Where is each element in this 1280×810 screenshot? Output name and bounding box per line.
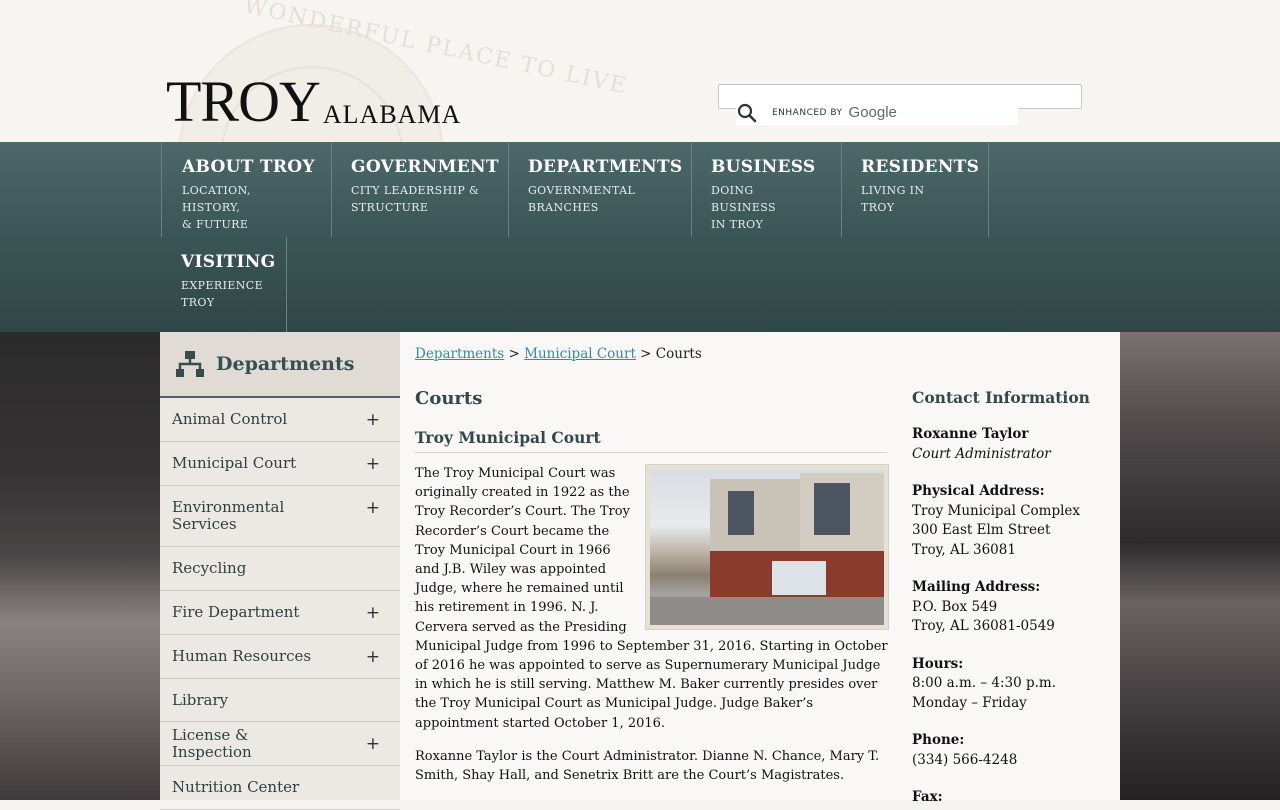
expand-plus-icon[interactable]: + (366, 410, 380, 430)
sidebar-header: Departments (160, 332, 400, 398)
breadcrumb-link-municipal-court[interactable]: Municipal Court (524, 346, 636, 362)
nav-title: DEPARTMENTS (528, 157, 683, 177)
contact-role: Court Administrator (912, 445, 1051, 462)
nav-subtitle: CITY LEADERSHIP & STRUCTURE (351, 184, 480, 214)
sidebar-item-label: Recycling (172, 559, 247, 577)
paragraph: Roxanne Taylor is the Court Administrato… (415, 748, 880, 784)
sidebar-item-nutrition-center[interactable]: Nutrition Center (160, 766, 400, 810)
court-building-photo (645, 464, 889, 630)
photo-parking-lot (650, 597, 884, 625)
contact-title: Contact Information (912, 388, 1090, 407)
nav-title: BUSINESS (711, 157, 816, 177)
hours-line: Monday – Friday (912, 694, 1027, 711)
sidebar-item-label: Animal Control (172, 410, 288, 428)
sidebar-item-label: Municipal Court (172, 454, 297, 472)
expand-plus-icon[interactable]: + (366, 603, 380, 623)
mailing-address-line: P.O. Box 549 (912, 598, 998, 615)
site-header: WONDERFUL PLACE TO LIVE TROY ALABAMA ENH… (0, 0, 1280, 142)
mailing-address-label: Mailing Address: (912, 579, 1041, 595)
nav-item-residents[interactable]: RESIDENTS LIVING IN TROY (841, 142, 989, 237)
background-scenery-left (0, 332, 160, 800)
expand-plus-icon[interactable]: + (366, 454, 380, 474)
nav-title: RESIDENTS (861, 157, 980, 177)
breadcrumb-current: Courts (655, 346, 702, 362)
nav-subtitle: LOCATION, HISTORY, & FUTURE (182, 184, 251, 231)
physical-address-label: Physical Address: (912, 483, 1045, 499)
logo-sub-text: ALABAMA (322, 100, 462, 129)
expand-plus-icon[interactable]: + (366, 498, 380, 518)
sidebar-item-fire-department[interactable]: Fire Department + (160, 591, 400, 635)
sidebar-item-recycling[interactable]: Recycling (160, 547, 400, 591)
nav-item-about-troy[interactable]: ABOUT TROY LOCATION, HISTORY, & FUTURE (161, 142, 332, 237)
nav-item-business[interactable]: BUSINESS DOING BUSINESS IN TROY (691, 142, 842, 237)
section-heading: Troy Municipal Court (415, 428, 887, 453)
photo-window (728, 491, 754, 535)
sidebar-item-environmental-services[interactable]: Environmental Services + (160, 486, 400, 547)
physical-address-line: Troy Municipal Complex (912, 502, 1081, 519)
hours-label: Hours: (912, 655, 964, 672)
sidebar-item-library[interactable]: Library (160, 679, 400, 722)
sidebar-item-label: Fire Department (172, 603, 300, 621)
breadcrumb: Departments > Municipal Court > Courts (415, 346, 702, 362)
nav-item-visiting[interactable]: VISITING EXPERIENCE TROY (159, 237, 287, 332)
nav-title: VISITING (181, 252, 276, 272)
photo-doors (772, 561, 826, 595)
google-logo: Google (848, 104, 897, 121)
photo-image (650, 469, 884, 625)
breadcrumb-link-departments[interactable]: Departments (415, 346, 504, 362)
expand-plus-icon[interactable]: + (366, 734, 380, 754)
nav-subtitle: LIVING IN TROY (861, 184, 925, 214)
sidebar-item-license-inspection[interactable]: License & Inspection + (160, 722, 400, 766)
sidebar-item-label: Human Resources (172, 647, 312, 665)
breadcrumb-separator: > (504, 346, 525, 362)
sidebar-item-municipal-court[interactable]: Municipal Court + (160, 442, 400, 486)
nav-subtitle: GOVERNMENTAL BRANCHES (528, 184, 636, 214)
mailing-address-line: Troy, AL 36081-0549 (912, 618, 1055, 634)
sidebar-item-label: License & Inspection (172, 725, 252, 761)
contact-information: Contact Information Roxanne Taylor Court… (912, 388, 1108, 808)
sidebar-item-label: Library (172, 690, 229, 709)
sidebar-item-human-resources[interactable]: Human Resources + (160, 635, 400, 679)
departments-sidebar: Departments Animal Control + Municipal C… (160, 332, 400, 810)
search-icon[interactable] (736, 102, 758, 124)
article-body: The Troy Municipal Court was originally … (415, 464, 889, 785)
sidebar-item-animal-control[interactable]: Animal Control + (160, 398, 400, 442)
contact-name: Roxanne Taylor (912, 426, 1029, 442)
logo-main-text: TROY (166, 69, 321, 134)
fax-label: Fax: (912, 789, 943, 805)
background-scenery-right (1120, 332, 1280, 800)
phone-number[interactable]: (334) 566-4248 (912, 751, 1108, 771)
org-chart-icon (175, 349, 205, 379)
page-title: Courts (415, 388, 483, 409)
nav-subtitle: DOING BUSINESS IN TROY (711, 184, 776, 231)
breadcrumb-separator: > (635, 346, 656, 362)
nav-item-departments[interactable]: DEPARTMENTS GOVERNMENTAL BRANCHES (508, 142, 692, 237)
phone-label: Phone: (912, 732, 965, 748)
physical-address-line: Troy, AL 36081 (912, 541, 1016, 558)
physical-address-line: 300 East Elm Street (912, 522, 1051, 538)
nav-subtitle: EXPERIENCE TROY (181, 279, 264, 309)
expand-plus-icon[interactable]: + (366, 647, 380, 667)
main-navigation: ABOUT TROY LOCATION, HISTORY, & FUTURE GO… (0, 142, 1280, 332)
sidebar-item-label: Environmental Services (172, 498, 285, 533)
nav-title: ABOUT TROY (182, 157, 315, 177)
google-search-branding: ENHANCED BY Google (736, 100, 1018, 125)
search-enhanced-label: ENHANCED BY (772, 107, 843, 118)
nav-item-government[interactable]: GOVERNMENT CITY LEADERSHIP & STRUCTURE (331, 142, 509, 237)
nav-title: GOVERNMENT (351, 157, 499, 177)
troy-alabama-logo[interactable]: TROY ALABAMA (166, 69, 462, 134)
sidebar-item-label: Nutrition Center (172, 778, 300, 796)
hours-line: 8:00 a.m. – 4:30 p.m. (912, 675, 1057, 691)
sidebar-title: Departments (216, 353, 355, 375)
photo-window (814, 483, 850, 535)
main-content: Departments > Municipal Court > Courts C… (400, 332, 1120, 805)
